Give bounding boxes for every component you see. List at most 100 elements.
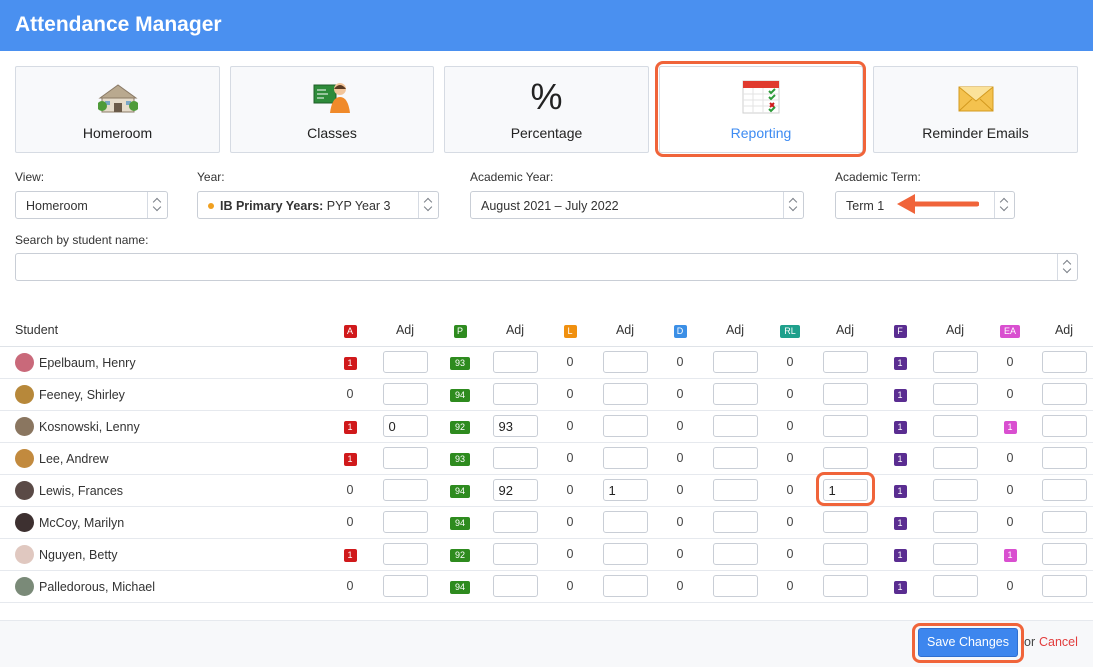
adj-input[interactable] — [822, 383, 868, 405]
adj-input[interactable] — [1041, 415, 1087, 437]
search-input[interactable] — [15, 253, 1078, 281]
adj-input[interactable] — [712, 383, 758, 405]
adj-input[interactable] — [822, 575, 868, 597]
adj-input[interactable] — [822, 447, 868, 469]
count-cell-a: 0 — [325, 506, 375, 539]
adj-input[interactable] — [492, 383, 538, 405]
count-badge: 94 — [450, 484, 470, 498]
adj-input[interactable] — [932, 575, 978, 597]
adj-cell — [815, 378, 875, 411]
count-value: 0 — [676, 355, 684, 369]
year-select[interactable]: IB Primary Years: PYP Year 3 — [197, 191, 439, 219]
count-value: 0 — [786, 355, 794, 369]
adj-input[interactable] — [602, 415, 648, 437]
academic-year-select[interactable]: August 2021 – July 2022 — [470, 191, 804, 219]
adj-input[interactable] — [382, 383, 428, 405]
adj-input[interactable] — [602, 447, 648, 469]
adj-input[interactable] — [932, 447, 978, 469]
student-name[interactable]: Palledorous, Michael — [39, 580, 155, 594]
adj-input[interactable] — [712, 511, 758, 533]
adj-input[interactable] — [492, 447, 538, 469]
adj-input[interactable] — [822, 511, 868, 533]
adj-input[interactable] — [602, 351, 648, 373]
save-changes-button[interactable]: Save Changes — [918, 628, 1018, 657]
adj-input[interactable] — [932, 383, 978, 405]
adj-input[interactable] — [822, 543, 868, 565]
count-cell-d: 0 — [655, 378, 705, 411]
adj-input[interactable] — [1041, 351, 1087, 373]
adj-input[interactable] — [382, 447, 428, 469]
adj-input[interactable] — [932, 511, 978, 533]
adj-input[interactable] — [1041, 479, 1087, 501]
card-reporting[interactable]: Reporting — [659, 66, 863, 153]
adj-input[interactable] — [382, 511, 428, 533]
adj-input[interactable] — [1041, 447, 1087, 469]
adj-input[interactable]: 1 — [822, 479, 868, 501]
adj-input[interactable] — [712, 415, 758, 437]
adj-input[interactable] — [822, 415, 868, 437]
count-badge: 93 — [450, 452, 470, 466]
table-row: Palledorous, Michael 0 94 0 0 0 1 0 — [0, 570, 1093, 603]
count-cell-rl: 0 — [765, 442, 815, 475]
student-name[interactable]: Epelbaum, Henry — [39, 356, 136, 370]
card-reminder-emails[interactable]: Reminder Emails — [873, 66, 1078, 153]
adj-input[interactable] — [712, 575, 758, 597]
student-name[interactable]: McCoy, Marilyn — [39, 516, 124, 530]
adj-input[interactable] — [382, 543, 428, 565]
school-building-icon — [97, 84, 138, 113]
adj-input[interactable] — [932, 415, 978, 437]
view-select[interactable]: Homeroom — [15, 191, 168, 219]
adj-input[interactable]: 93 — [492, 415, 538, 437]
adj-input[interactable]: 92 — [492, 479, 538, 501]
student-name[interactable]: Nguyen, Betty — [39, 548, 118, 562]
adj-input[interactable] — [382, 479, 428, 501]
adj-input[interactable] — [1041, 543, 1087, 565]
adj-input[interactable] — [712, 351, 758, 373]
adj-cell — [925, 410, 985, 443]
cancel-link[interactable]: Cancel — [1039, 635, 1078, 649]
adj-cell — [595, 410, 655, 443]
adj-cell — [815, 506, 875, 539]
card-label: Reporting — [730, 125, 792, 141]
count-cell-l: 0 — [545, 378, 595, 411]
count-cell-f: 1 — [875, 378, 925, 411]
adj-input[interactable] — [602, 543, 648, 565]
count-value: 0 — [346, 515, 354, 529]
adj-input[interactable]: 0 — [382, 415, 428, 437]
adj-input[interactable] — [1041, 575, 1087, 597]
adj-input[interactable] — [932, 479, 978, 501]
adj-input[interactable] — [492, 511, 538, 533]
student-name[interactable]: Feeney, Shirley — [39, 388, 125, 402]
adj-input[interactable] — [932, 543, 978, 565]
adj-input[interactable] — [1041, 511, 1087, 533]
adj-input[interactable] — [602, 575, 648, 597]
adj-input[interactable] — [712, 479, 758, 501]
card-classes[interactable]: Classes — [230, 66, 434, 153]
count-badge: 1 — [343, 420, 357, 434]
avatar — [15, 416, 34, 436]
year-select-value: PYP Year 3 — [326, 199, 391, 213]
adj-input[interactable] — [492, 543, 538, 565]
student-name[interactable]: Lewis, Frances — [39, 484, 123, 498]
percent-icon: % — [530, 76, 563, 117]
adj-input[interactable]: 1 — [602, 479, 648, 501]
adj-input[interactable] — [382, 575, 428, 597]
adj-cell — [815, 570, 875, 603]
adj-cell — [375, 346, 435, 379]
adj-input[interactable] — [712, 447, 758, 469]
card-percentage[interactable]: % Percentage — [444, 66, 649, 153]
adj-input[interactable] — [492, 351, 538, 373]
adj-input[interactable] — [602, 511, 648, 533]
adj-input[interactable] — [602, 383, 648, 405]
adj-input[interactable] — [712, 543, 758, 565]
adj-input[interactable] — [1041, 383, 1087, 405]
student-name[interactable]: Kosnowski, Lenny — [39, 420, 140, 434]
adj-input[interactable] — [492, 575, 538, 597]
student-name[interactable]: Lee, Andrew — [39, 452, 109, 466]
adj-input[interactable] — [822, 351, 868, 373]
adj-input[interactable] — [382, 351, 428, 373]
card-homeroom[interactable]: Homeroom — [15, 66, 220, 153]
adj-input[interactable] — [932, 351, 978, 373]
column-header-l: L — [545, 315, 595, 347]
count-cell-rl: 0 — [765, 346, 815, 379]
